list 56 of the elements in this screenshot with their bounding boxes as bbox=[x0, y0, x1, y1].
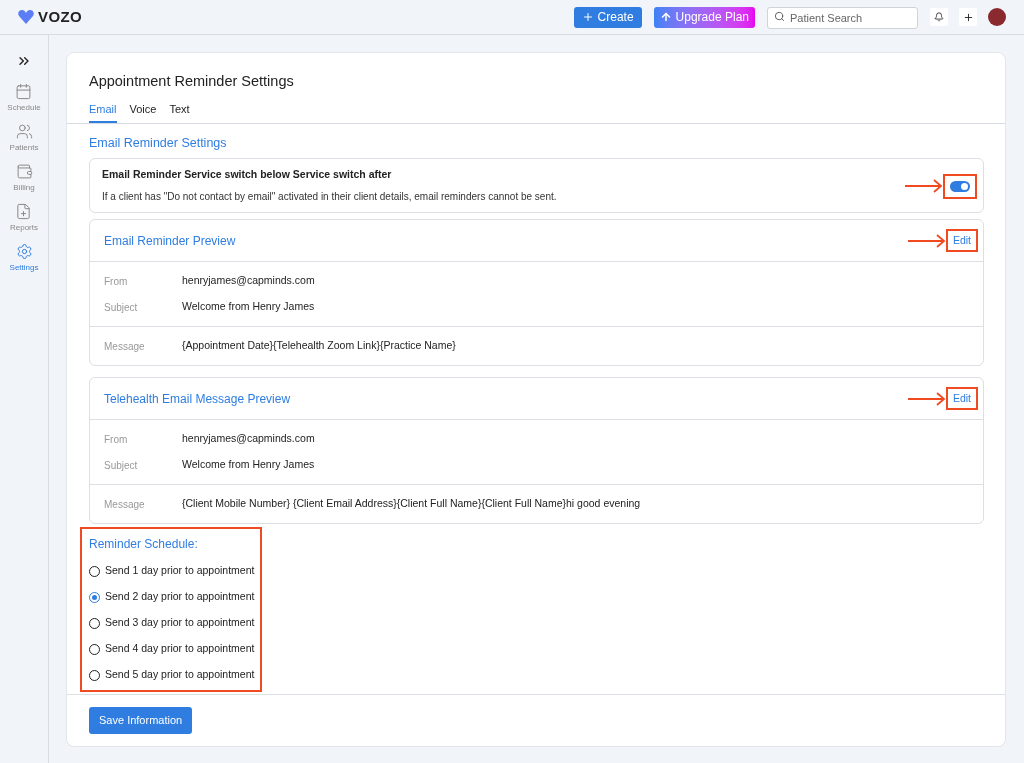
tab[interactable]: Email bbox=[89, 100, 117, 124]
field-label: Subject bbox=[104, 458, 139, 473]
people-icon bbox=[15, 123, 33, 140]
radio-option[interactable]: Send 2 day prior to appointment bbox=[89, 584, 255, 610]
plus-icon bbox=[962, 11, 974, 23]
field-label: Message bbox=[104, 339, 146, 354]
radio-option[interactable]: Send 1 day prior to appointment bbox=[89, 558, 255, 584]
sidebar-item[interactable]: Schedule bbox=[7, 83, 41, 114]
search-icon bbox=[774, 10, 785, 22]
sidebar-item[interactable]: Patients bbox=[9, 123, 39, 154]
tab[interactable]: Text bbox=[169, 100, 190, 124]
tab[interactable]: Voice bbox=[129, 100, 157, 124]
report-icon bbox=[15, 203, 33, 220]
radio-option[interactable]: Send 3 day prior to appointment bbox=[89, 610, 255, 636]
message-value: {Appointment Date}{Telehealth Zoom Link}{Practice Name} bbox=[182, 338, 456, 354]
sidebar-item[interactable]: Billing bbox=[13, 163, 35, 194]
wallet-icon bbox=[15, 163, 33, 180]
arrow-up-icon bbox=[659, 11, 672, 23]
add-button[interactable] bbox=[959, 8, 977, 26]
field-label: From bbox=[104, 274, 129, 289]
service-toggle[interactable] bbox=[950, 181, 970, 192]
calendar-icon bbox=[15, 83, 33, 100]
message-value: {Client Mobile Number} {Client Email Address}{Client Full Name}{Client Full Name}hi good evening bbox=[182, 496, 641, 512]
section-title: Email Reminder Settings bbox=[89, 135, 228, 153]
upgrade-plan-button[interactable]: Upgrade Plan bbox=[653, 6, 755, 28]
preview-title: Email Reminder Preview bbox=[104, 232, 237, 250]
user-avatar[interactable] bbox=[988, 8, 1006, 26]
service-title: Email Reminder Service switch below Service switch after bbox=[102, 166, 393, 182]
create-button[interactable]: Create bbox=[573, 6, 642, 28]
heart-logo-icon bbox=[18, 10, 34, 24]
radio-option[interactable]: Send 5 day prior to appointment bbox=[89, 662, 255, 688]
notifications-button[interactable] bbox=[930, 8, 948, 26]
plus-icon bbox=[581, 11, 594, 23]
field-value: henryjames@capminds.com bbox=[182, 431, 315, 447]
field-value: Welcome from Henry James bbox=[182, 457, 315, 473]
annotation-arrow-icon bbox=[907, 233, 946, 248]
preview-title: Telehealth Email Message Preview bbox=[104, 390, 292, 408]
field-label: Message bbox=[104, 497, 146, 512]
radio-option[interactable]: Send 4 day prior to appointment bbox=[89, 636, 255, 662]
save-button[interactable]: Save Information bbox=[89, 707, 193, 734]
field-label: Subject bbox=[104, 300, 139, 315]
schedule-title: Reminder Schedule: bbox=[89, 536, 199, 553]
logo-text: VOZO bbox=[38, 6, 82, 27]
settings-icon bbox=[15, 243, 33, 260]
service-description: If a client has "Do not contact by email" activated in their client details, email reminders cannot be sent. bbox=[102, 190, 558, 205]
sidebar-item[interactable]: Reports bbox=[10, 203, 38, 234]
bell-icon bbox=[934, 12, 944, 22]
search-field[interactable]: Patient Search bbox=[767, 7, 918, 29]
annotation-arrow-icon bbox=[907, 391, 946, 406]
field-value: Welcome from Henry James bbox=[182, 299, 315, 315]
field-label: From bbox=[104, 432, 129, 447]
sidebar-item[interactable]: Settings bbox=[9, 243, 39, 274]
page-title: Appointment Reminder Settings bbox=[88, 72, 295, 91]
edit-button[interactable]: Edit bbox=[945, 228, 978, 253]
field-value: henryjames@capminds.com bbox=[182, 273, 315, 289]
edit-button[interactable]: Edit bbox=[945, 386, 978, 411]
